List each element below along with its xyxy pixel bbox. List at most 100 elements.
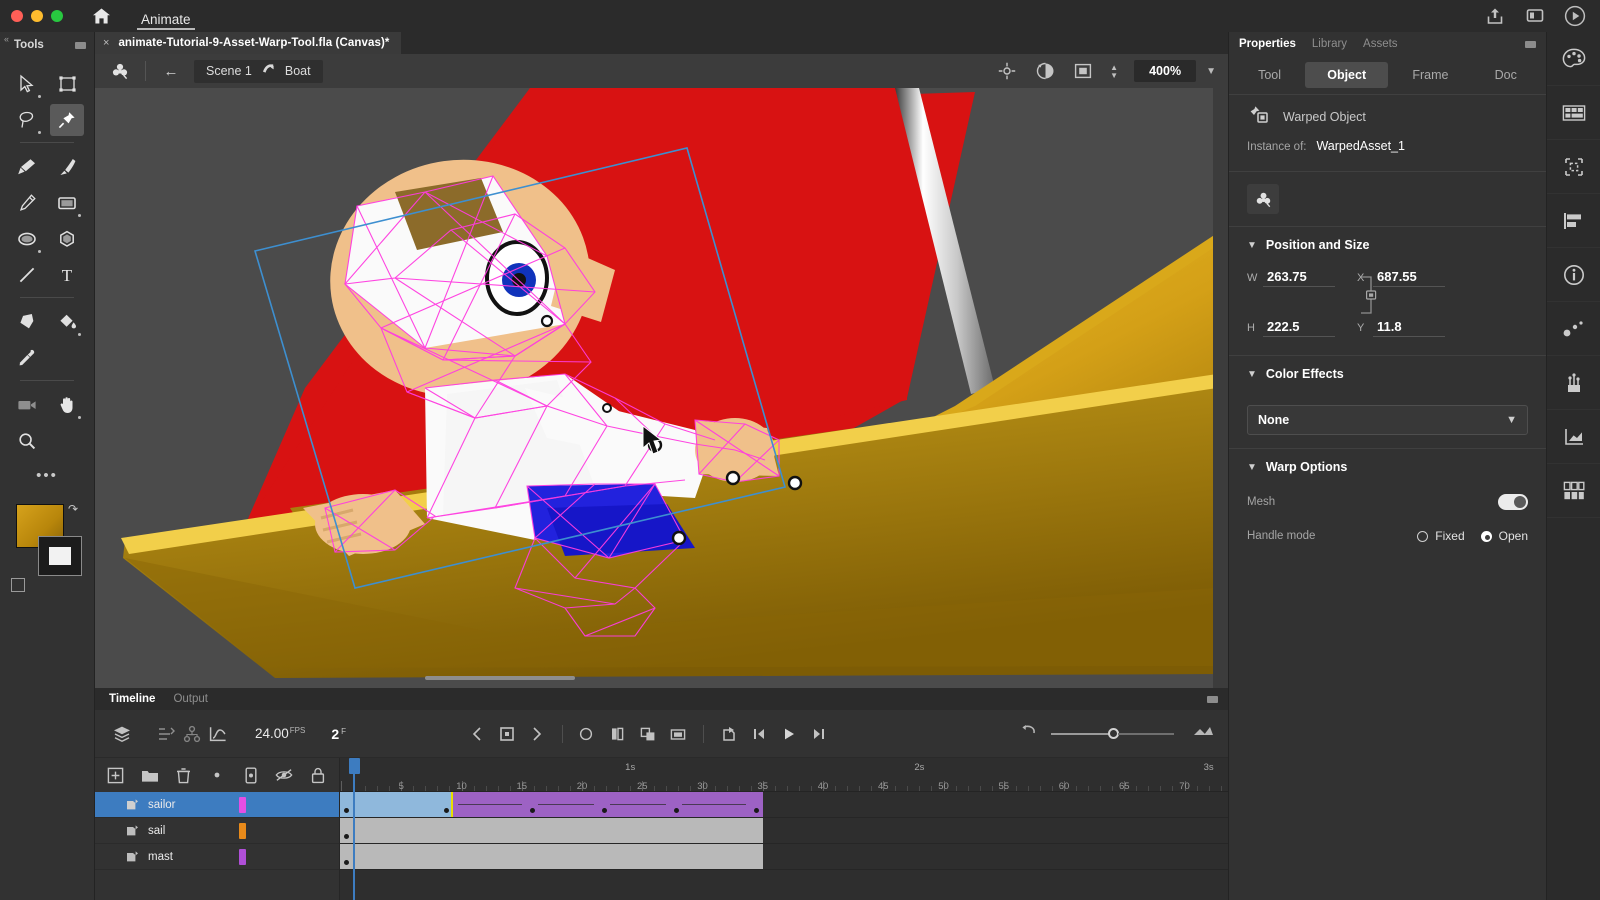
no-color-icon[interactable] [11, 578, 25, 592]
tab-tool[interactable]: Tool [1236, 62, 1303, 88]
step-back-icon[interactable] [746, 721, 772, 747]
height-value[interactable]: 222.5 [1263, 319, 1335, 337]
height-field[interactable]: H 222.5 [1247, 319, 1335, 337]
zoom-stepper[interactable]: ▲▼ [1110, 64, 1118, 79]
width-field[interactable]: W 263.75 [1247, 269, 1335, 287]
hide-layer-icon[interactable] [275, 766, 293, 784]
stage-hscrollbar[interactable] [95, 672, 1213, 682]
graph-editor-icon[interactable] [205, 721, 231, 747]
color-palette-icon[interactable] [1547, 32, 1600, 86]
clip-content-icon[interactable] [1072, 60, 1094, 82]
color-effects-header[interactable]: ▼ Color Effects [1229, 356, 1546, 392]
lock-link-icon[interactable] [1359, 271, 1385, 319]
back-arrow-icon[interactable]: ← [158, 59, 184, 83]
instance-value[interactable]: WarpedAsset_1 [1316, 139, 1404, 153]
layer-row-sail[interactable]: sail [95, 818, 339, 844]
timeline-ruler[interactable]: 5101520253035404550556065701s2s3s [340, 758, 1228, 792]
panel-menu-icon[interactable] [75, 42, 86, 49]
stage-hscrollbar-thumb[interactable] [425, 676, 575, 680]
minimize-window-button[interactable] [31, 10, 43, 22]
app-tab-animate[interactable]: Animate [129, 0, 203, 32]
tab-frame[interactable]: Frame [1390, 62, 1470, 88]
layer-row-sailor[interactable]: sailor [95, 792, 339, 818]
edit-multiple-frames-icon[interactable] [635, 721, 661, 747]
timeline-panel-menu-icon[interactable] [1207, 696, 1218, 703]
tab-library[interactable]: Library [1312, 38, 1347, 50]
chevron-down-icon[interactable]: ▼ [1206, 66, 1216, 77]
swatches-icon[interactable] [1547, 86, 1600, 140]
info-icon[interactable] [1547, 248, 1600, 302]
paint-brush-tool[interactable] [10, 151, 44, 183]
add-layer-icon[interactable] [107, 766, 125, 784]
lasso-tool[interactable] [10, 104, 44, 136]
play-circle-icon[interactable] [1564, 5, 1586, 27]
tab-object[interactable]: Object [1305, 62, 1388, 88]
position-size-header[interactable]: ▼ Position and Size [1229, 227, 1546, 263]
onion-skin-range[interactable] [1019, 724, 1214, 743]
align-icon[interactable] [1547, 140, 1600, 194]
new-folder-icon[interactable] [141, 766, 159, 784]
hand-tool[interactable] [50, 389, 84, 421]
layer-parent-view-icon[interactable] [179, 721, 205, 747]
onion-outline-icon[interactable] [605, 721, 631, 747]
radio-open-circle[interactable] [1481, 531, 1492, 542]
line-tool[interactable] [10, 259, 44, 291]
share-icon[interactable] [1484, 5, 1506, 27]
y-field[interactable]: Y 11.8 [1357, 319, 1445, 337]
brush-tool[interactable] [50, 151, 84, 183]
layer-row-mast[interactable]: mast [95, 844, 339, 870]
rectangle-tool[interactable] [50, 187, 84, 219]
components-icon[interactable] [1547, 356, 1600, 410]
tab-output[interactable]: Output [165, 688, 216, 710]
close-window-button[interactable] [11, 10, 23, 22]
document-tab[interactable]: × animate-Tutorial-9-Asset-Warp-Tool.fla… [95, 32, 401, 54]
y-value[interactable]: 11.8 [1373, 319, 1445, 337]
radio-fixed[interactable]: Fixed [1417, 529, 1464, 543]
lock-layer-icon[interactable] [309, 766, 327, 784]
tab-properties[interactable]: Properties [1239, 38, 1296, 50]
onion-dot-icon[interactable] [208, 766, 226, 784]
current-frame-field[interactable]: 2 F [331, 726, 346, 742]
next-keyframe-icon[interactable] [524, 721, 550, 747]
prev-keyframe-icon[interactable] [464, 721, 490, 747]
oval-tool[interactable] [10, 223, 44, 255]
motion-editor-icon[interactable] [1547, 302, 1600, 356]
codesnippets-icon[interactable] [1547, 464, 1600, 518]
radio-fixed-circle[interactable] [1417, 531, 1428, 542]
chevron-down-icon[interactable]: ▼ [1247, 369, 1257, 380]
frame-row-sailor[interactable] [340, 792, 1228, 818]
eyedropper-tool[interactable] [10, 342, 44, 374]
frame-row-mast[interactable] [340, 844, 1228, 870]
auto-keyframe-icon[interactable] [716, 721, 742, 747]
selection-tool[interactable] [10, 68, 44, 100]
stroke-color-swatch[interactable] [38, 536, 82, 576]
properties-panel-menu-icon[interactable] [1525, 41, 1536, 48]
layer-depth-icon[interactable] [109, 721, 135, 747]
chevron-down-icon[interactable]: ▼ [1506, 414, 1517, 426]
zoom-level-input[interactable]: 400% [1134, 60, 1196, 82]
playhead-handle[interactable] [349, 758, 360, 774]
camera-tool[interactable] [10, 389, 44, 421]
frames-area[interactable]: 5101520253035404550556065701s2s3s [340, 758, 1228, 900]
transform-icon[interactable] [1547, 194, 1600, 248]
width-value[interactable]: 263.75 [1263, 269, 1335, 287]
radio-open[interactable]: Open [1481, 529, 1528, 543]
tab-timeline[interactable]: Timeline [101, 688, 163, 710]
step-forward-icon[interactable] [806, 721, 832, 747]
frame-size-icon[interactable] [1192, 724, 1214, 743]
close-document-icon[interactable]: × [103, 37, 109, 49]
window-controls[interactable] [0, 10, 63, 22]
asset-warp-clover-icon[interactable] [1247, 184, 1279, 214]
mesh-toggle[interactable] [1498, 494, 1528, 510]
color-effect-select[interactable]: None ▼ [1247, 405, 1528, 435]
rotate-stage-icon[interactable] [1034, 60, 1056, 82]
swap-colors-icon[interactable]: ↷ [68, 502, 78, 516]
center-stage-icon[interactable] [996, 60, 1018, 82]
paint-bucket-tool[interactable] [50, 306, 84, 338]
tab-doc[interactable]: Doc [1473, 62, 1539, 88]
warp-options-header[interactable]: ▼ Warp Options [1229, 449, 1546, 485]
text-tool[interactable]: T [50, 259, 84, 291]
comment-icon[interactable] [1524, 5, 1546, 27]
undo-icon[interactable] [1019, 724, 1037, 743]
frame-row-sail[interactable] [340, 818, 1228, 844]
